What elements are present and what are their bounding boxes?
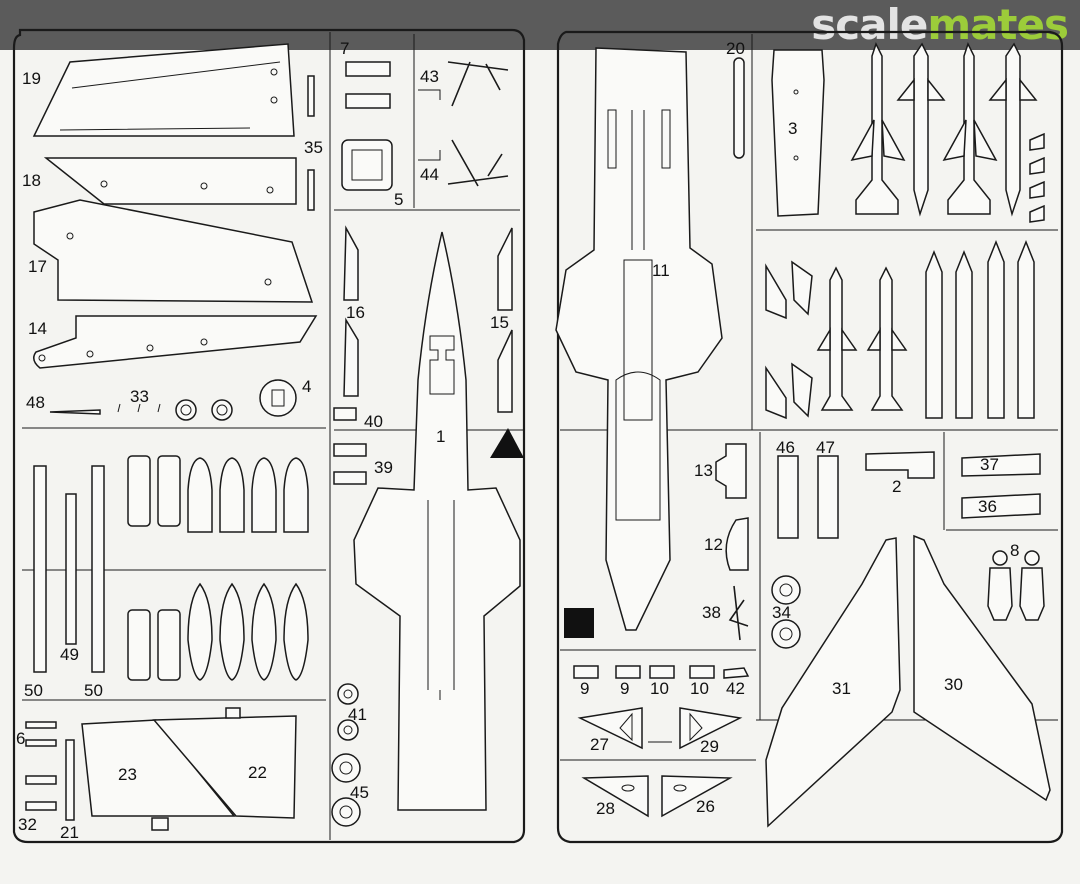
label-50a: 50 bbox=[24, 681, 43, 700]
part-14-wing-panel bbox=[33, 315, 318, 369]
label-46: 46 bbox=[776, 438, 795, 457]
label-23: 23 bbox=[118, 765, 137, 784]
label-40: 40 bbox=[364, 412, 383, 431]
label-8: 8 bbox=[1010, 541, 1019, 560]
label-18: 18 bbox=[22, 171, 41, 190]
part-47-part bbox=[817, 455, 839, 539]
part-2-part bbox=[865, 451, 935, 479]
label-28: 28 bbox=[596, 799, 615, 818]
part-33-wheel bbox=[175, 399, 197, 421]
label-29: 29 bbox=[700, 737, 719, 756]
label-49: 49 bbox=[60, 645, 79, 664]
pylon-parts-49-50 bbox=[33, 465, 105, 673]
part-46-part bbox=[777, 455, 799, 539]
part-12-part bbox=[725, 517, 749, 571]
part-34-wheel bbox=[771, 575, 801, 605]
marker-square bbox=[564, 608, 594, 638]
label-16: 16 bbox=[346, 303, 365, 322]
label-9b: 9 bbox=[620, 679, 629, 698]
part-15-fin bbox=[497, 227, 513, 311]
label-37: 37 bbox=[980, 455, 999, 474]
label-41: 41 bbox=[348, 705, 367, 724]
label-35: 35 bbox=[304, 138, 323, 157]
label-11: 11 bbox=[652, 261, 670, 280]
part-13-part bbox=[715, 443, 747, 499]
label-47: 47 bbox=[816, 438, 835, 457]
label-31: 31 bbox=[832, 679, 851, 698]
bomb-stores-upper bbox=[127, 455, 309, 533]
part-43-strut bbox=[447, 61, 509, 107]
part-48-antenna bbox=[49, 409, 101, 415]
label-38: 38 bbox=[702, 603, 721, 622]
part-7-pieces bbox=[345, 61, 391, 109]
label-6: 6 bbox=[16, 729, 25, 748]
part-44-strut bbox=[447, 139, 509, 187]
part-19-wing-panel bbox=[32, 43, 295, 137]
label-10b: 10 bbox=[690, 679, 709, 698]
part-40-block bbox=[333, 407, 357, 421]
label-7: 7 bbox=[340, 39, 349, 58]
part-11-fuselage bbox=[555, 47, 723, 631]
part-8-pilot-figures bbox=[987, 550, 1045, 621]
label-39: 39 bbox=[374, 458, 393, 477]
label-33: 33 bbox=[130, 387, 149, 406]
part-18-wing-panel bbox=[43, 157, 297, 205]
missiles-middle-row bbox=[816, 239, 1035, 419]
part-21-rod bbox=[65, 739, 75, 821]
part-45-wheel bbox=[331, 753, 361, 783]
label-13: 13 bbox=[694, 461, 713, 480]
label-32: 32 bbox=[18, 815, 37, 834]
part-5-block bbox=[341, 139, 393, 191]
label-10a: 10 bbox=[650, 679, 669, 698]
label-15: 15 bbox=[490, 313, 509, 332]
label-12: 12 bbox=[704, 535, 723, 554]
part-36-panel bbox=[961, 493, 1041, 519]
label-1: 1 bbox=[436, 427, 445, 446]
label-27: 27 bbox=[590, 735, 609, 754]
label-21: 21 bbox=[60, 823, 79, 842]
part-28-fin bbox=[581, 775, 649, 818]
part-17-wing-panel bbox=[33, 199, 314, 303]
missiles-top-row bbox=[850, 42, 1038, 217]
missile-fins-pieces bbox=[765, 260, 813, 420]
part-39-pieces bbox=[333, 443, 367, 485]
label-50b: 50 bbox=[84, 681, 103, 700]
label-44: 44 bbox=[420, 165, 439, 184]
small-tabs-column bbox=[1029, 132, 1045, 223]
label-19: 19 bbox=[22, 69, 41, 88]
label-17: 17 bbox=[28, 257, 47, 276]
part-38-strut bbox=[728, 585, 749, 641]
part-3-panel bbox=[771, 49, 825, 217]
part-6-and-32-small-parts bbox=[25, 721, 57, 811]
label-20: 20 bbox=[726, 39, 745, 58]
label-5: 5 bbox=[394, 190, 403, 209]
label-4: 4 bbox=[302, 377, 311, 396]
marker-triangle bbox=[490, 428, 524, 458]
label-9a: 9 bbox=[580, 679, 589, 698]
bomb-stores-lower bbox=[127, 582, 309, 681]
label-22: 22 bbox=[248, 763, 267, 782]
label-34: 34 bbox=[772, 603, 791, 622]
label-45: 45 bbox=[350, 783, 369, 802]
part-37-panel bbox=[961, 453, 1041, 477]
part-35-rod bbox=[307, 75, 315, 117]
label-36: 36 bbox=[978, 497, 997, 516]
label-3: 3 bbox=[788, 119, 797, 138]
label-48: 48 bbox=[26, 393, 45, 412]
part-41-wheel bbox=[337, 683, 359, 705]
label-2: 2 bbox=[892, 477, 901, 496]
part-16-fin bbox=[343, 225, 359, 301]
label-26: 26 bbox=[696, 797, 715, 816]
label-14: 14 bbox=[28, 319, 47, 338]
label-30: 30 bbox=[944, 675, 963, 694]
small-blocks-9-10-42 bbox=[573, 665, 750, 679]
parts-sprue-diagram: 19 18 17 14 35 48 33 4 7 43 44 5 16 15 4… bbox=[12, 28, 1064, 844]
label-42: 42 bbox=[726, 679, 745, 698]
part-20-rod bbox=[733, 57, 745, 159]
label-43: 43 bbox=[420, 67, 439, 86]
part-4-disc bbox=[259, 379, 297, 417]
